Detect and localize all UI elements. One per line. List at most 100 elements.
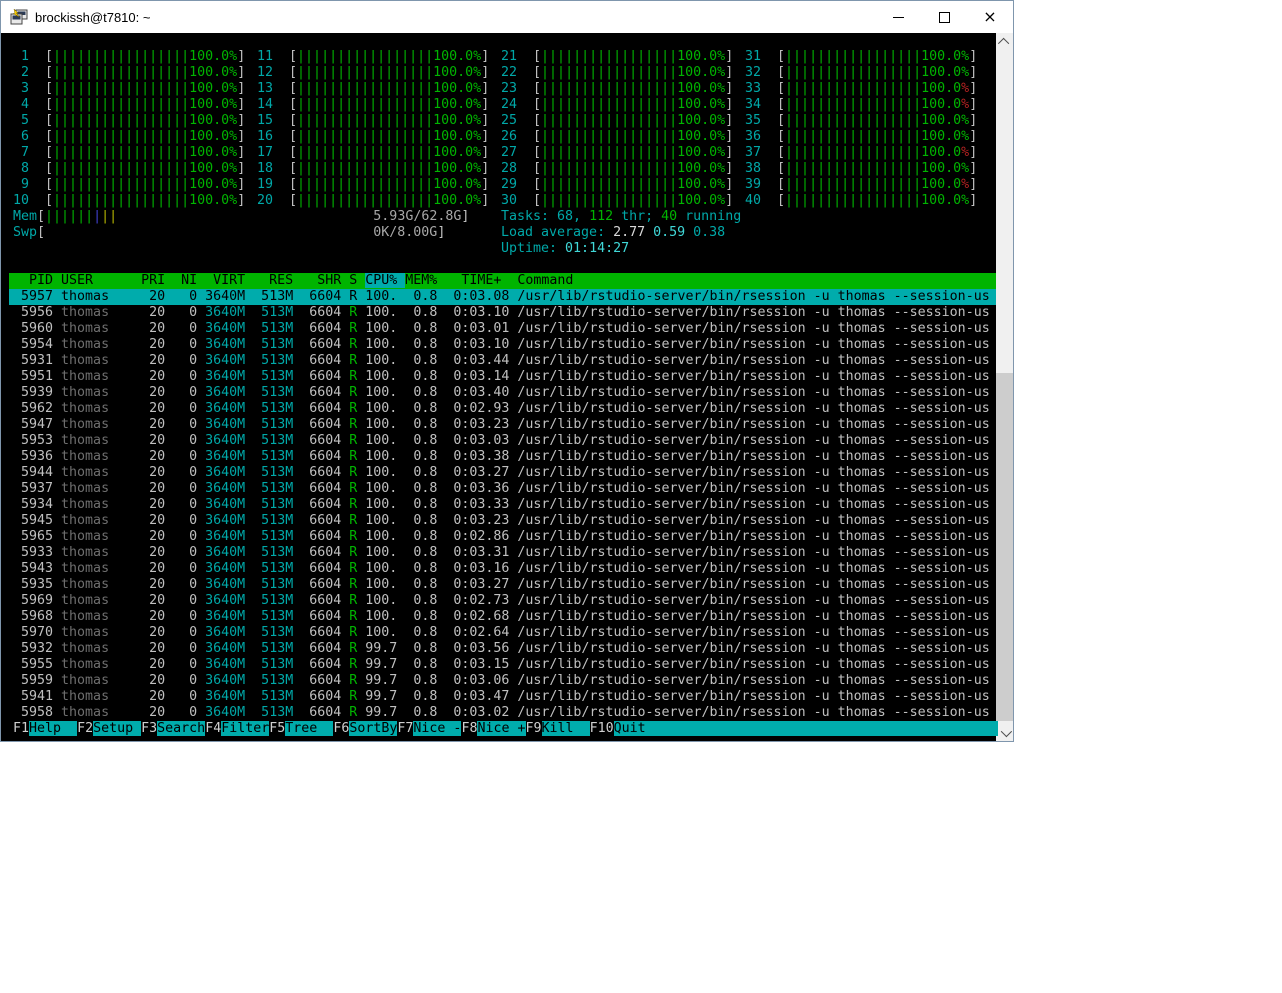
fkey-f6-sortby[interactable]: F6SortBy — [333, 721, 398, 736]
meter-bar: |||||||||||||||||100.0 — [297, 81, 474, 96]
process-row-5959[interactable]: 5959 thomas 20 0 3640M 513M 6604 R 99.7 … — [9, 673, 996, 689]
process-row-5945[interactable]: 5945 thomas 20 0 3640M 513M 6604 R 100. … — [9, 513, 996, 529]
meter-bar: |||||||||||||||||100.0 — [541, 145, 718, 160]
close-button[interactable]: × — [967, 1, 1013, 33]
fkey-f2-setup[interactable]: F2Setup — [77, 721, 142, 736]
process-row-5951[interactable]: 5951 thomas 20 0 3640M 513M 6604 R 100. … — [9, 369, 996, 385]
process-row-5933[interactable]: 5933 thomas 20 0 3640M 513M 6604 R 100. … — [9, 545, 996, 561]
cell-cpu-mem-time-command: 100. 0.8 0:03.23 /usr/lib/rstudio-server… — [357, 513, 990, 528]
tasks-summary-segment: running — [677, 209, 742, 224]
fkey-f5-tree[interactable]: F5Tree — [269, 721, 334, 736]
cell-pid: 5941 — [13, 689, 54, 704]
meter-percent: % — [961, 177, 970, 192]
cell-cpu-mem-time-command: 100. 0.8 0:03.31 /usr/lib/rstudio-server… — [357, 545, 990, 560]
process-row-5936[interactable]: 5936 thomas 20 0 3640M 513M 6604 R 100. … — [9, 449, 996, 465]
fkey-f3-search[interactable]: F3Search — [141, 721, 206, 736]
process-row-5955[interactable]: 5955 thomas 20 0 3640M 513M 6604 R 99.7 … — [9, 657, 996, 673]
cell-cpu-mem-time-command: 100. 0.8 0:03.10 /usr/lib/rstudio-server… — [357, 337, 990, 352]
process-row-5941[interactable]: 5941 thomas 20 0 3640M 513M 6604 R 99.7 … — [9, 689, 996, 705]
process-row-5944[interactable]: 5944 thomas 20 0 3640M 513M 6604 R 100. … — [9, 465, 996, 481]
terminal[interactable]: 1 [|||||||||||||||||100.0%] 11 [|||||||||… — [1, 33, 1013, 741]
cpu-number: 5 — [13, 113, 30, 128]
fkey-key: F7 — [397, 721, 414, 736]
cell-user: thomas — [53, 305, 134, 320]
meter-bracket: ] — [725, 113, 734, 128]
process-row-5947[interactable]: 5947 thomas 20 0 3640M 513M 6604 R 100. … — [9, 417, 996, 433]
scrollbar[interactable] — [996, 33, 1013, 741]
minimize-button[interactable] — [875, 1, 921, 33]
process-row-5934[interactable]: 5934 thomas 20 0 3640M 513M 6604 R 100. … — [9, 497, 996, 513]
cell-pri-ni: 20 0 — [133, 657, 198, 672]
meter-percent: % — [473, 97, 482, 112]
cpu-number: 28 — [501, 161, 518, 176]
process-row-5937[interactable]: 5937 thomas 20 0 3640M 513M 6604 R 100. … — [9, 481, 996, 497]
process-row-5970[interactable]: 5970 thomas 20 0 3640M 513M 6604 R 100. … — [9, 625, 996, 641]
process-row-5935[interactable]: 5935 thomas 20 0 3640M 513M 6604 R 100. … — [9, 577, 996, 593]
process-row-5953[interactable]: 5953 thomas 20 0 3640M 513M 6604 R 100. … — [9, 433, 996, 449]
meter-bracket: ] — [237, 49, 246, 64]
process-row-5956[interactable]: 5956 thomas 20 0 3640M 513M 6604 R 100. … — [9, 305, 996, 321]
process-row-5968[interactable]: 5968 thomas 20 0 3640M 513M 6604 R 100. … — [9, 609, 996, 625]
meter-percent: % — [229, 161, 238, 176]
process-row-5931[interactable]: 5931 thomas 20 0 3640M 513M 6604 R 100. … — [9, 353, 996, 369]
process-row-5969[interactable]: 5969 thomas 20 0 3640M 513M 6604 R 100. … — [9, 593, 996, 609]
fkey-f1-help[interactable]: F1Help — [13, 721, 78, 736]
memory-bar-green: |||||| — [45, 209, 94, 224]
cpu-number: 19 — [257, 177, 274, 192]
cell-shr: 6604 — [293, 337, 350, 352]
cell-cpu-mem-time-command: 100. 0.8 0:03.27 /usr/lib/rstudio-server… — [357, 577, 990, 592]
cell-user: thomas — [53, 561, 134, 576]
scrollbar-down-button[interactable] — [996, 724, 1013, 741]
cell-pid: 5962 — [13, 401, 54, 416]
scrollbar-thumb[interactable] — [996, 373, 1013, 721]
cell-virt-res: 3640M 513M — [197, 417, 294, 432]
process-table-header[interactable]: PID USER PRI NI VIRT RES SHR S CPU% MEM%… — [9, 273, 996, 289]
minimize-icon — [892, 16, 904, 18]
cell-virt-res: 3640M 513M — [197, 609, 294, 624]
fkey-f4-filter[interactable]: F4Filter — [205, 721, 270, 736]
fkey-f8-nice[interactable]: F8Nice + — [461, 721, 526, 736]
meter-bar: |||||||||||||||||100.0 — [53, 193, 230, 208]
process-row-5943[interactable]: 5943 thomas 20 0 3640M 513M 6604 R 100. … — [9, 561, 996, 577]
maximize-button[interactable] — [921, 1, 967, 33]
process-row-5962[interactable]: 5962 thomas 20 0 3640M 513M 6604 R 100. … — [9, 401, 996, 417]
meter-percent: % — [229, 193, 238, 208]
cell-pri-ni: 20 0 — [133, 401, 198, 416]
process-row-5954[interactable]: 5954 thomas 20 0 3640M 513M 6604 R 100. … — [9, 337, 996, 353]
fkey-f9-kill[interactable]: F9Kill — [526, 721, 590, 736]
process-row-5932[interactable]: 5932 thomas 20 0 3640M 513M 6604 R 99.7 … — [9, 641, 996, 657]
process-row-5939[interactable]: 5939 thomas 20 0 3640M 513M 6604 R 100. … — [9, 385, 996, 401]
cell-shr: 6604 — [293, 705, 350, 720]
cell-shr: 6604 — [293, 385, 350, 400]
cell-pid: 5944 — [13, 465, 54, 480]
fkey-f10-quit[interactable]: F10Quit — [590, 721, 662, 736]
process-row-5958[interactable]: 5958 thomas 20 0 3640M 513M 6604 R 99.7 … — [9, 705, 996, 721]
meter-bar: |||||||||||||||||100.0 — [785, 161, 962, 176]
meter-bar: |||||||||||||||||100.0 — [541, 81, 718, 96]
chevron-up-icon — [997, 37, 1009, 49]
fkey-label: Nice + — [477, 721, 526, 736]
meter-percent: % — [229, 81, 238, 96]
cell-shr: 6604 — [293, 465, 350, 480]
process-row-5957[interactable]: 5957 thomas 20 0 3640M 513M 6604 R 100. … — [9, 289, 996, 305]
fkey-f7-nice[interactable]: F7Nice - — [397, 721, 462, 736]
cpu-meter-row: 2 [|||||||||||||||||100.0%] 12 [|||||||||… — [9, 65, 996, 81]
cell-pid: 5934 — [13, 497, 54, 512]
cpu-meter-23: 23 [|||||||||||||||||100.0%] — [501, 81, 745, 97]
cell-cpu-mem-time-command: 100. 0.8 0:03.10 /usr/lib/rstudio-server… — [357, 305, 990, 320]
meter-bracket: ] — [481, 49, 490, 64]
meter-percent: % — [717, 193, 726, 208]
scrollbar-up-button[interactable] — [996, 33, 1013, 50]
process-row-5965[interactable]: 5965 thomas 20 0 3640M 513M 6604 R 100. … — [9, 529, 996, 545]
uptime: Uptime: 01:14:27 — [501, 241, 629, 257]
meter-bracket: [ — [37, 209, 46, 224]
meter-percent: % — [961, 49, 970, 64]
cell-pri-ni: 20 0 — [133, 465, 198, 480]
process-row-5960[interactable]: 5960 thomas 20 0 3640M 513M 6604 R 100. … — [9, 321, 996, 337]
meter-percent: % — [229, 129, 238, 144]
meter-bracket: [ — [761, 193, 786, 208]
cpu-number: 40 — [745, 193, 762, 208]
cpu-number: 13 — [257, 81, 274, 96]
cpu-meter-row: 1 [|||||||||||||||||100.0%] 11 [|||||||||… — [9, 49, 996, 65]
meter-percent: % — [473, 81, 482, 96]
